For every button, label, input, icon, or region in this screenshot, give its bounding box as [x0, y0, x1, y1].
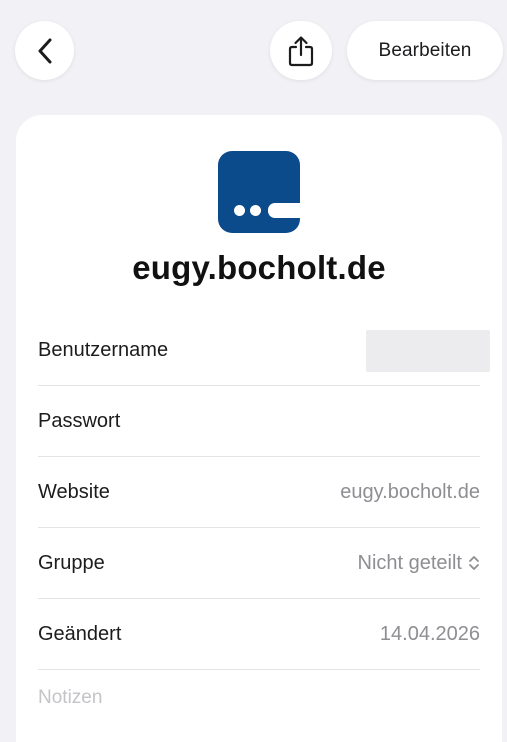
password-detail-card: eugy.bocholt.de Benutzername Passwort We…	[16, 115, 502, 742]
logo-dot	[250, 205, 261, 216]
group-selector[interactable]: Nicht geteilt	[358, 552, 481, 575]
changed-row: Geändert 14.04.2026	[38, 599, 480, 670]
site-title: eugy.bocholt.de	[132, 249, 386, 286]
website-value[interactable]: eugy.bocholt.de	[340, 481, 480, 504]
group-value: Nicht geteilt	[357, 551, 463, 574]
username-row[interactable]: Benutzername	[38, 315, 490, 386]
password-row[interactable]: Passwort	[38, 386, 480, 457]
group-row[interactable]: Gruppe Nicht geteilt	[38, 528, 480, 599]
share-icon	[288, 35, 314, 67]
eugy-logo-icon	[218, 151, 300, 233]
back-button[interactable]	[15, 21, 74, 80]
changed-value: 14.04.2026	[379, 622, 480, 645]
share-button[interactable]	[270, 21, 332, 80]
website-row[interactable]: Website eugy.bocholt.de	[38, 457, 480, 528]
website-label: Website	[38, 480, 110, 503]
edit-button[interactable]: Bearbeiten	[347, 21, 503, 80]
chevron-up-down-icon	[468, 554, 480, 572]
logo-bar	[268, 203, 300, 218]
notes-field[interactable]: Notizen	[38, 687, 102, 709]
logo-dot	[234, 205, 245, 216]
username-label: Benutzername	[38, 338, 169, 361]
username-value-redacted[interactable]	[366, 330, 490, 372]
group-label: Gruppe	[38, 551, 105, 574]
changed-label: Geändert	[38, 622, 122, 645]
edit-button-label: Bearbeiten	[378, 39, 472, 61]
chevron-left-icon	[37, 38, 53, 64]
password-label: Passwort	[38, 409, 121, 432]
